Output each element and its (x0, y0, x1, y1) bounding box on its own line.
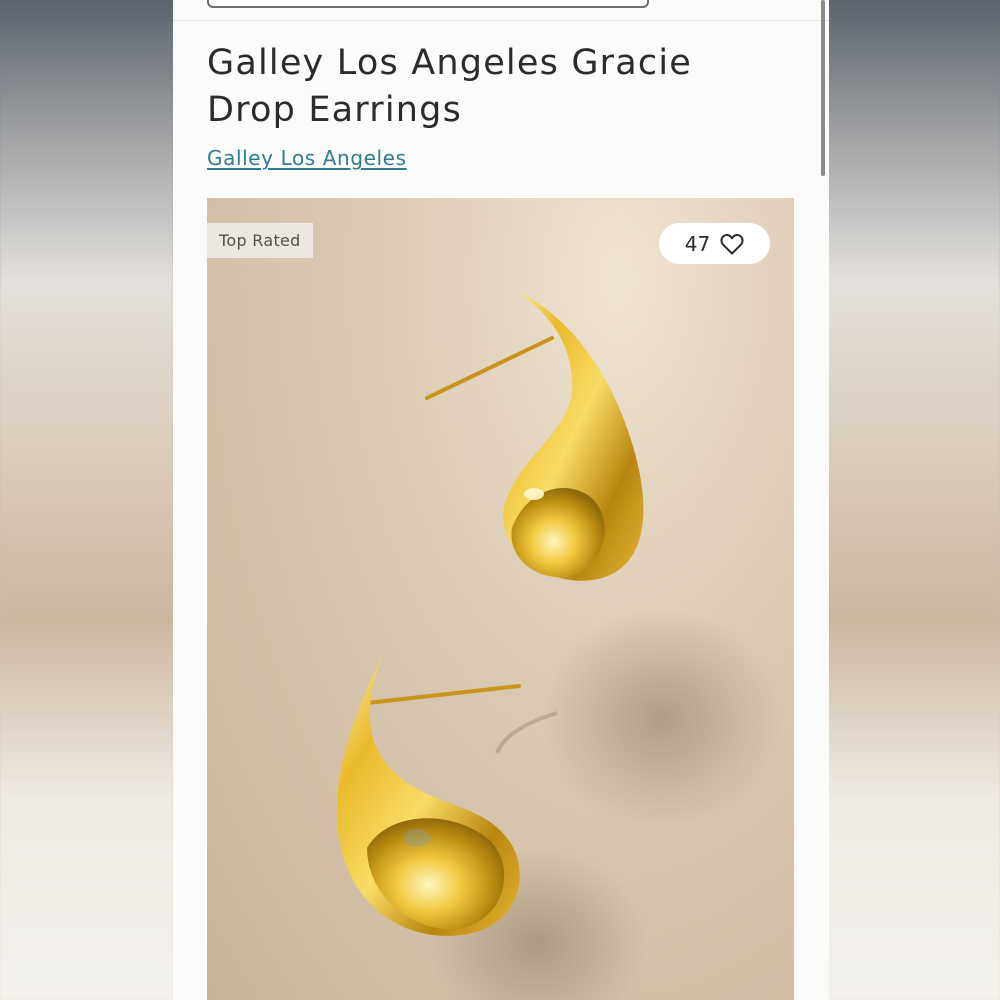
top-rated-badge: Top Rated (207, 223, 313, 258)
product-title: Galley Los Angeles Gracie Drop Earrings (207, 43, 692, 130)
like-button[interactable]: 47 (659, 223, 770, 264)
header-divider (173, 20, 829, 21)
earrings-photo (336, 291, 782, 1000)
search-input[interactable] (207, 0, 649, 8)
product-image[interactable]: Top Rated 47 (207, 198, 794, 1000)
blurred-backdrop-right (827, 0, 1000, 1000)
likes-count: 47 (684, 231, 711, 256)
blurred-backdrop-left (0, 0, 173, 1000)
mobile-product-page: Galley Los Angeles Gracie Drop Earrings … (173, 0, 829, 1000)
heart-outline-icon (720, 233, 744, 254)
brand-link[interactable]: Galley Los Angeles (207, 146, 407, 170)
scrollbar[interactable] (821, 0, 825, 176)
